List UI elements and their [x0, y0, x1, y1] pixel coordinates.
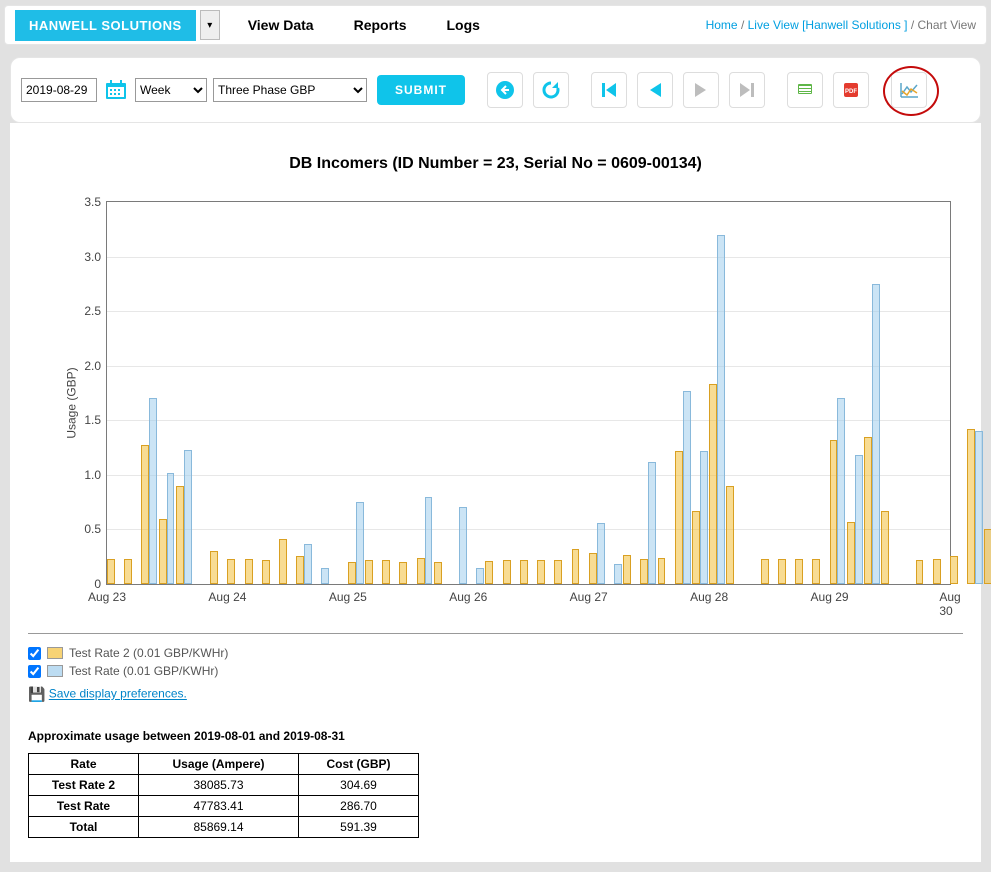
legend-series1-checkbox[interactable] — [28, 647, 41, 660]
refresh-button[interactable] — [533, 72, 569, 108]
last-button[interactable] — [729, 72, 765, 108]
usage-heading: Approximate usage between 2019-08-01 and… — [28, 729, 963, 743]
bc-home[interactable]: Home — [706, 18, 738, 32]
nav-reports[interactable]: Reports — [354, 17, 407, 33]
breadcrumb: Home / Live View [Hanwell Solutions ] / … — [706, 18, 976, 32]
bc-live[interactable]: Live View [Hanwell Solutions ] — [748, 18, 908, 32]
nav-view-data[interactable]: View Data — [248, 17, 314, 33]
chart-view-button[interactable] — [891, 72, 927, 108]
bc-current: Chart View — [918, 18, 976, 32]
solutions-badge: HANWELL SOLUTIONS — [15, 10, 196, 41]
topbar: HANWELL SOLUTIONS ▾ View Data Reports Lo… — [4, 5, 987, 45]
calendar-icon[interactable] — [103, 78, 129, 102]
legend-series2-swatch — [47, 665, 63, 677]
nav-logs[interactable]: Logs — [447, 17, 480, 33]
usage-table: Rate Usage (Ampere) Cost (GBP) Test Rate… — [28, 753, 419, 838]
legend-series1-swatch — [47, 647, 63, 659]
date-input[interactable] — [21, 78, 97, 102]
export-pdf-button[interactable]: PDF — [833, 72, 869, 108]
next-button[interactable] — [683, 72, 719, 108]
solutions-dropdown[interactable]: ▾ — [200, 10, 220, 40]
legend-series2-checkbox[interactable] — [28, 665, 41, 678]
legend: Test Rate 2 (0.01 GBP/KWHr) Test Rate (0… — [28, 646, 963, 703]
y-axis-label: Usage (GBP) — [65, 367, 79, 438]
save-icon: 💾 — [28, 686, 45, 702]
legend-series2-label: Test Rate (0.01 GBP/KWHr) — [69, 664, 218, 678]
interval-select[interactable]: Week — [135, 78, 207, 102]
table-row: Total85869.14591.39 — [29, 817, 419, 838]
back-button[interactable] — [487, 72, 523, 108]
mode-select[interactable]: Three Phase GBP — [213, 78, 367, 102]
submit-button[interactable]: SUBMIT — [377, 75, 465, 105]
svg-text:PDF: PDF — [845, 89, 857, 95]
toolbar: Week Three Phase GBP SUBMIT PDF — [10, 57, 981, 123]
prev-button[interactable] — [637, 72, 673, 108]
export-csv-button[interactable] — [787, 72, 823, 108]
th-cost: Cost (GBP) — [299, 754, 419, 775]
table-row: Test Rate47783.41286.70 — [29, 796, 419, 817]
first-button[interactable] — [591, 72, 627, 108]
chart-card: DB Incomers (ID Number = 23, Serial No =… — [10, 123, 981, 862]
table-row: Test Rate 238085.73304.69 — [29, 775, 419, 796]
th-usage: Usage (Ampere) — [139, 754, 299, 775]
chart-title: DB Incomers (ID Number = 23, Serial No =… — [28, 155, 963, 173]
chart: Usage (GBP) 00.51.01.52.02.53.03.5Aug 23… — [58, 193, 963, 613]
legend-series1-label: Test Rate 2 (0.01 GBP/KWHr) — [69, 646, 228, 660]
save-preferences-link[interactable]: Save display preferences. — [49, 687, 187, 701]
th-rate: Rate — [29, 754, 139, 775]
